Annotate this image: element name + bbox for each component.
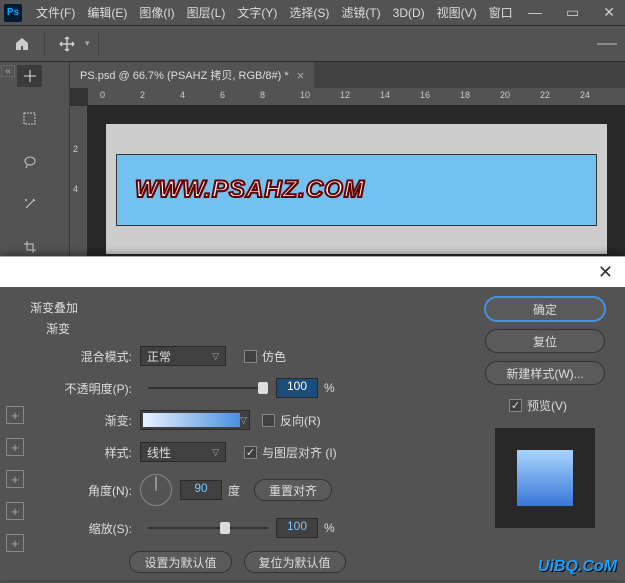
add-effect-button[interactable]: + (6, 502, 24, 520)
gradient-label: 渐变: (12, 412, 140, 429)
watermark: UiBQ.CoM (538, 558, 617, 576)
tab-title: PS.psd @ 66.7% (PSAHZ 拷贝, RGB/8#) * (80, 67, 289, 83)
lasso-tool[interactable] (17, 151, 42, 173)
menu-type[interactable]: 文字(Y) (231, 4, 283, 21)
opacity-label: 不透明度(P): (12, 380, 140, 397)
add-effect-button[interactable]: + (6, 406, 24, 424)
preview-box (495, 428, 595, 528)
ps-logo: Ps (4, 4, 22, 22)
menu-image[interactable]: 图像(I) (133, 4, 180, 21)
angle-input[interactable]: 90 (180, 480, 222, 500)
chevron-down-icon: ▽ (212, 447, 219, 458)
opacity-slider[interactable] (148, 380, 268, 396)
opacity-input[interactable]: 100 (276, 378, 318, 398)
unit-degree: 度 (228, 482, 240, 499)
reset-default-button[interactable]: 复位为默认值 (244, 551, 346, 573)
ruler-horizontal: 0 2 4 6 8 10 12 14 16 18 20 22 24 (88, 88, 625, 106)
menu-layer[interactable]: 图层(L) (181, 4, 232, 21)
align-label: 与图层对齐 (I) (262, 444, 337, 461)
effect-list-buttons: + + + + + (6, 406, 24, 552)
angle-label: 角度(N): (12, 482, 140, 499)
unit-percent: % (324, 381, 335, 395)
reverse-checkbox[interactable] (262, 414, 275, 427)
app-menu-bar: Ps 文件(F) 编辑(E) 图像(I) 图层(L) 文字(Y) 选择(S) 滤… (0, 0, 625, 26)
preview-swatch (517, 450, 573, 506)
chevron-down-icon: ▽ (240, 415, 247, 426)
menu-edit[interactable]: 编辑(E) (81, 4, 133, 21)
crop-tool[interactable] (17, 236, 42, 258)
gradient-swatch (143, 413, 240, 427)
divider (98, 32, 99, 56)
close-button[interactable]: ✕ (597, 4, 621, 21)
canvas: WWW.PSAHZ.COM (106, 124, 607, 254)
add-effect-button[interactable]: + (6, 534, 24, 552)
cancel-button[interactable]: 复位 (485, 329, 605, 353)
document-tab[interactable]: PS.psd @ 66.7% (PSAHZ 拷贝, RGB/8#) * × (70, 62, 314, 88)
add-effect-button[interactable]: + (6, 438, 24, 456)
blend-mode-label: 混合模式: (12, 348, 140, 365)
scale-label: 缩放(S): (12, 520, 140, 537)
home-icon[interactable] (8, 30, 36, 58)
angle-dial[interactable] (140, 474, 172, 506)
scale-input[interactable]: 100 (276, 518, 318, 538)
dialog-close-icon[interactable]: ✕ (598, 262, 613, 283)
menu-select[interactable]: 选择(S) (283, 4, 335, 21)
document-tabs: PS.psd @ 66.7% (PSAHZ 拷贝, RGB/8#) * × (70, 62, 625, 88)
menu-view[interactable]: 视图(V) (431, 4, 483, 21)
unit-percent: % (324, 521, 335, 535)
layer-style-dialog: ✕ 渐变叠加 渐变 混合模式: 正常▽ 仿色 不透明度(P): 100 % (0, 256, 625, 580)
maximize-button[interactable]: ▭ (560, 4, 585, 21)
set-default-button[interactable]: 设置为默认值 (129, 551, 231, 573)
dialog-titlebar: ✕ (0, 257, 625, 287)
minimize-button[interactable]: — (522, 4, 548, 21)
style-dropdown[interactable]: 线性▽ (140, 442, 226, 462)
banner-text: WWW.PSAHZ.COM (135, 176, 365, 204)
banner-layer: WWW.PSAHZ.COM (116, 154, 597, 226)
style-label: 样式: (12, 444, 140, 461)
move-tool[interactable] (17, 65, 42, 87)
dither-label: 仿色 (262, 348, 286, 365)
expand-icon[interactable]: « (1, 65, 15, 77)
menu-3d[interactable]: 3D(D) (387, 6, 431, 20)
dropdown-caret-icon[interactable]: ▾ (85, 38, 90, 49)
reset-align-button[interactable]: 重置对齐 (254, 479, 332, 501)
menu-filter[interactable]: 滤镜(T) (335, 4, 386, 21)
gradient-picker[interactable]: ▽ (140, 410, 250, 430)
reverse-label: 反向(R) (280, 412, 321, 429)
chevron-down-icon: ▽ (212, 351, 219, 362)
align-checkbox[interactable] (244, 446, 257, 459)
options-bar: ▾ (0, 26, 625, 62)
preview-label: 预览(V) (527, 397, 567, 414)
magic-wand-tool[interactable] (17, 193, 42, 215)
dither-checkbox[interactable] (244, 350, 257, 363)
marquee-tool[interactable] (17, 108, 42, 130)
panel-collapse-icon[interactable] (597, 43, 617, 45)
section-title: 渐变叠加 (30, 299, 463, 316)
menu-window[interactable]: 窗口 (483, 4, 519, 21)
add-effect-button[interactable]: + (6, 470, 24, 488)
ok-button[interactable]: 确定 (485, 297, 605, 321)
new-style-button[interactable]: 新建样式(W)... (485, 361, 605, 385)
tab-close-icon[interactable]: × (297, 68, 305, 83)
move-tool-icon[interactable] (53, 30, 81, 58)
scale-slider[interactable] (148, 520, 268, 536)
blend-mode-dropdown[interactable]: 正常▽ (140, 346, 226, 366)
preview-checkbox[interactable] (509, 399, 522, 412)
subsection-title: 渐变 (46, 320, 463, 337)
window-controls: — ▭ ✕ (522, 4, 621, 21)
divider (44, 32, 45, 56)
menu-file[interactable]: 文件(F) (30, 4, 81, 21)
